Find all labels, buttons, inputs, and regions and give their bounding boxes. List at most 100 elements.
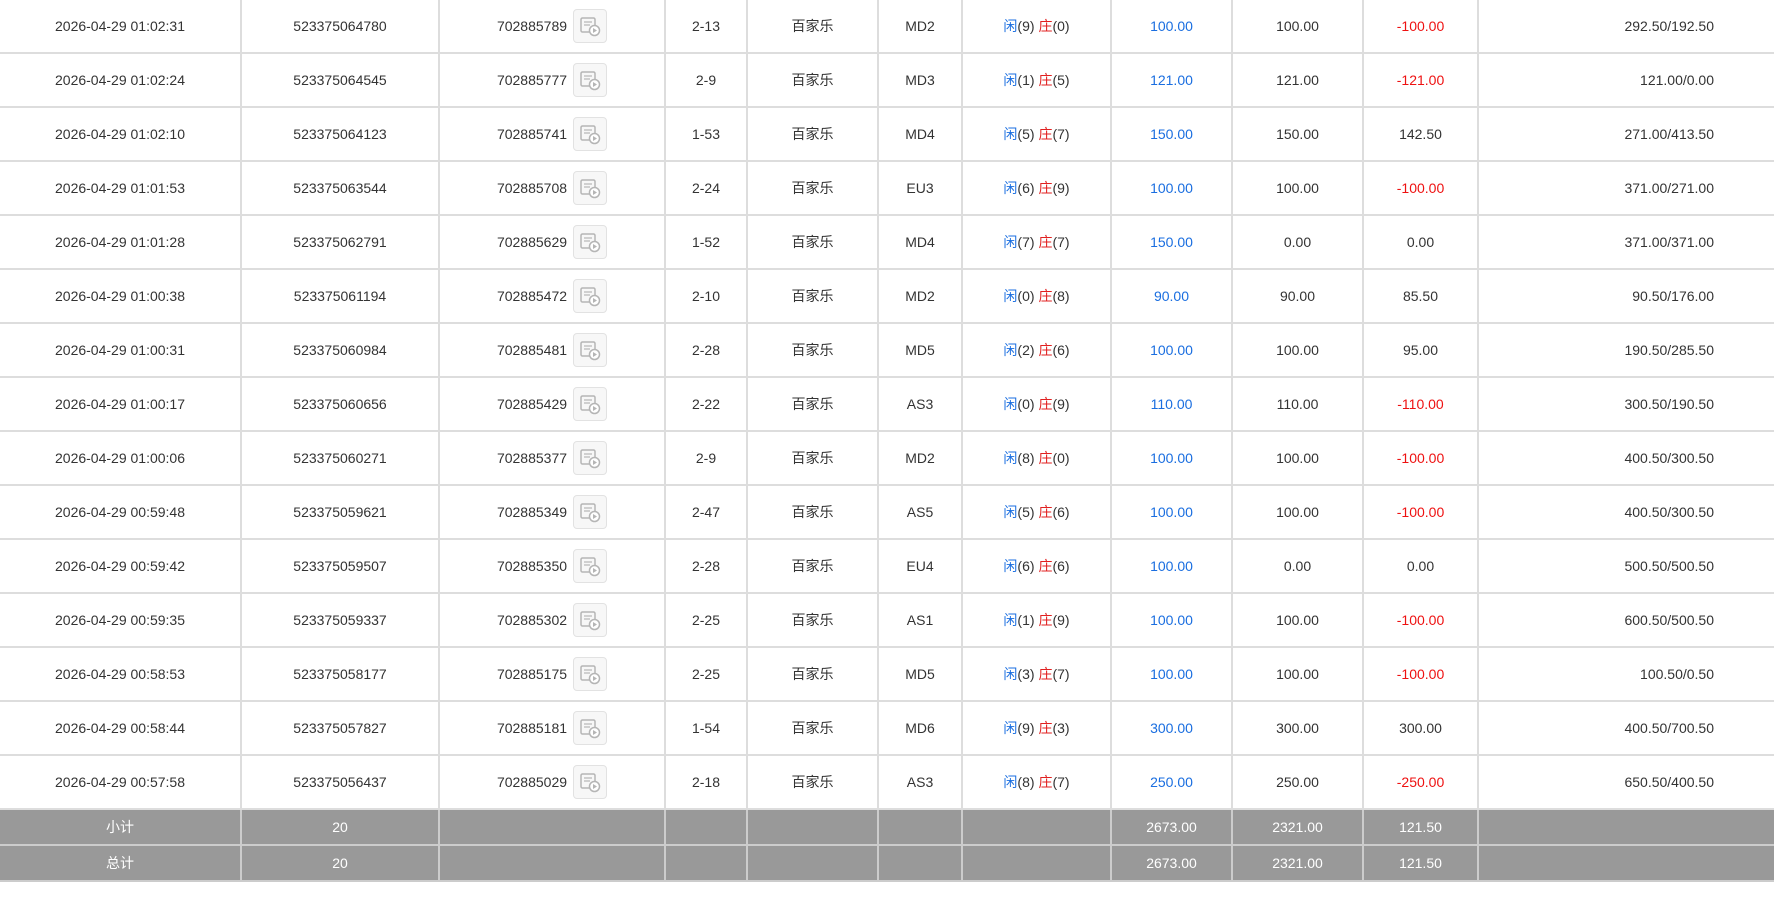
video-replay-icon[interactable] xyxy=(573,63,608,97)
bet-amount: 100.00 xyxy=(1110,592,1233,648)
game-number-cell: 702885481 xyxy=(438,322,666,378)
player-label: 闲 xyxy=(1003,342,1018,358)
bet-time: 2026-04-29 01:02:10 xyxy=(0,106,242,162)
player-score: (2) xyxy=(1017,342,1035,358)
bet-amount: 110.00 xyxy=(1110,376,1233,432)
player-score: (8) xyxy=(1017,774,1035,790)
game-type: 百家乐 xyxy=(746,0,879,54)
balance: 190.50/285.50 xyxy=(1477,322,1774,378)
video-replay-icon[interactable] xyxy=(573,765,608,799)
game-number-cell: 702885741 xyxy=(438,106,666,162)
balance: 292.50/192.50 xyxy=(1477,0,1774,54)
win-loss: 85.50 xyxy=(1362,268,1479,324)
table-code: MD3 xyxy=(877,52,963,108)
total-valid-bet: 2321.00 xyxy=(1231,844,1364,882)
balance: 650.50/400.50 xyxy=(1477,754,1774,810)
bet-records-table: 2026-04-29 01:02:31 523375064780 702885789… xyxy=(0,0,1774,882)
video-replay-icon[interactable] xyxy=(573,657,608,691)
bet-time: 2026-04-29 00:59:48 xyxy=(0,484,242,540)
player-score: (1) xyxy=(1017,612,1035,628)
banker-score: (9) xyxy=(1052,396,1070,412)
banker-score: (7) xyxy=(1052,666,1070,682)
player-score: (6) xyxy=(1017,180,1035,196)
banker-score: (0) xyxy=(1052,18,1070,34)
game-number-cell: 702885629 xyxy=(438,214,666,270)
table-code: AS5 xyxy=(877,484,963,540)
win-loss: 142.50 xyxy=(1362,106,1479,162)
table-code: AS1 xyxy=(877,592,963,648)
table-row: 2026-04-29 00:58:53 523375058177 702885175… xyxy=(0,646,1774,702)
banker-label: 庄 xyxy=(1038,666,1053,682)
valid-bet: 250.00 xyxy=(1231,754,1364,810)
video-replay-icon[interactable] xyxy=(573,441,608,475)
video-replay-icon[interactable] xyxy=(573,117,608,151)
total-label: 总计 xyxy=(0,844,242,882)
valid-bet: 100.00 xyxy=(1231,0,1364,54)
banker-label: 庄 xyxy=(1038,396,1053,412)
banker-label: 庄 xyxy=(1038,720,1053,736)
game-number: 702885741 xyxy=(496,126,568,142)
game-number: 702885472 xyxy=(496,288,568,304)
game-number-cell: 702885175 xyxy=(438,646,666,702)
total-win-loss: 121.50 xyxy=(1362,844,1479,882)
game-number: 702885029 xyxy=(496,774,568,790)
game-type: 百家乐 xyxy=(746,376,879,432)
video-replay-icon[interactable] xyxy=(573,549,608,583)
video-replay-icon[interactable] xyxy=(573,711,608,745)
video-replay-icon[interactable] xyxy=(573,603,608,637)
subtotal-win-loss: 121.50 xyxy=(1362,808,1479,846)
table-row: 2026-04-29 00:59:42 523375059507 702885350… xyxy=(0,538,1774,594)
game-number: 702885181 xyxy=(496,720,568,736)
result-cell: 闲(3) 庄(7) xyxy=(961,646,1112,702)
player-label: 闲 xyxy=(1003,180,1018,196)
bet-id: 523375062791 xyxy=(240,214,440,270)
empty-cell xyxy=(438,844,666,882)
table-row: 2026-04-29 01:01:28 523375062791 702885629… xyxy=(0,214,1774,270)
game-number: 702885349 xyxy=(496,504,568,520)
table-code: MD5 xyxy=(877,322,963,378)
bet-amount: 100.00 xyxy=(1110,322,1233,378)
player-score: (7) xyxy=(1017,234,1035,250)
game-number-cell: 702885302 xyxy=(438,592,666,648)
subtotal-valid-bet: 2321.00 xyxy=(1231,808,1364,846)
video-replay-icon[interactable] xyxy=(573,387,608,421)
banker-label: 庄 xyxy=(1038,612,1053,628)
game-number-cell: 702885349 xyxy=(438,484,666,540)
banker-score: (9) xyxy=(1052,180,1070,196)
bet-id: 523375059621 xyxy=(240,484,440,540)
valid-bet: 100.00 xyxy=(1231,160,1364,216)
win-loss: -110.00 xyxy=(1362,376,1479,432)
table-row: 2026-04-29 01:00:38 523375061194 702885472… xyxy=(0,268,1774,324)
bet-time: 2026-04-29 00:59:35 xyxy=(0,592,242,648)
video-replay-icon[interactable] xyxy=(573,9,608,43)
banker-score: (7) xyxy=(1052,234,1070,250)
bet-id: 523375059507 xyxy=(240,538,440,594)
video-replay-icon[interactable] xyxy=(573,225,608,259)
table-row: 2026-04-29 00:59:48 523375059621 702885349… xyxy=(0,484,1774,540)
bet-id: 523375059337 xyxy=(240,592,440,648)
result-cell: 闲(5) 庄(6) xyxy=(961,484,1112,540)
banker-label: 庄 xyxy=(1038,774,1053,790)
game-number: 702885777 xyxy=(496,72,568,88)
bet-id: 523375057827 xyxy=(240,700,440,756)
video-replay-icon[interactable] xyxy=(573,333,608,367)
total-bet: 2673.00 xyxy=(1110,844,1233,882)
win-loss: -250.00 xyxy=(1362,754,1479,810)
game-number: 702885481 xyxy=(496,342,568,358)
win-loss: 300.00 xyxy=(1362,700,1479,756)
table-row: 2026-04-29 00:59:35 523375059337 702885302… xyxy=(0,592,1774,648)
game-type: 百家乐 xyxy=(746,214,879,270)
win-loss: 0.00 xyxy=(1362,214,1479,270)
empty-cell xyxy=(877,808,963,846)
video-replay-icon[interactable] xyxy=(573,171,608,205)
game-number-cell: 702885029 xyxy=(438,754,666,810)
shoe-round: 1-52 xyxy=(664,214,748,270)
video-replay-icon[interactable] xyxy=(573,279,608,313)
video-replay-icon[interactable] xyxy=(573,495,608,529)
table-code: MD4 xyxy=(877,106,963,162)
bet-time: 2026-04-29 01:01:53 xyxy=(0,160,242,216)
empty-cell xyxy=(438,808,666,846)
total-row: 总计 20 2673.00 2321.00 121.50 xyxy=(0,844,1774,882)
result-cell: 闲(0) 庄(8) xyxy=(961,268,1112,324)
table-code: AS3 xyxy=(877,754,963,810)
